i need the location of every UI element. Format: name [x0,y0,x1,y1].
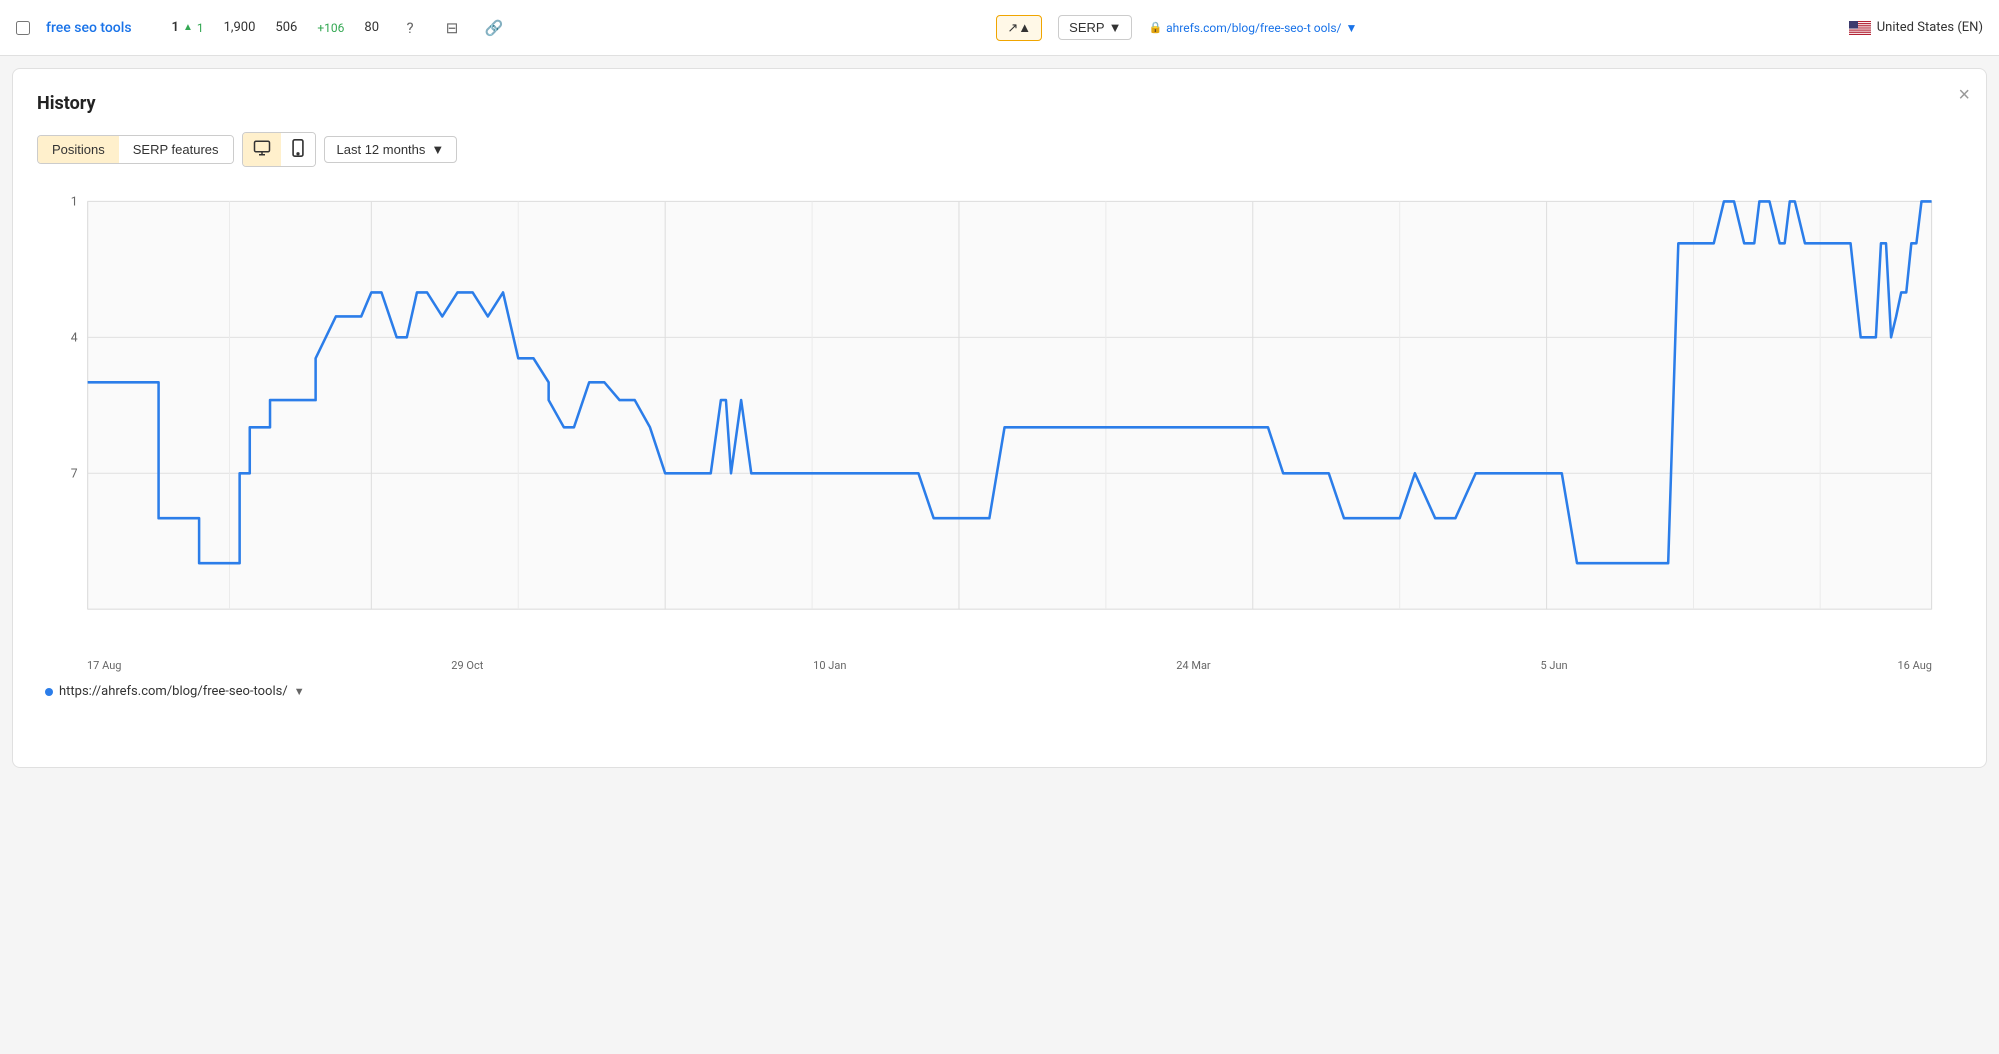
position-number: 1 [172,20,179,35]
us-flag-icon [1849,21,1871,35]
serp-arrow-icon: ▼ [1109,20,1122,35]
svg-text:1: 1 [71,195,78,209]
chart-button[interactable]: ↗▲ [996,15,1042,41]
legend-arrow-icon[interactable]: ▼ [294,685,305,698]
x-label-aug16: 16 Aug [1897,659,1931,672]
url-text: ahrefs.com/blog/free-seo-t ools/ [1166,21,1341,35]
traffic-stat: 506 [275,20,297,35]
time-period-arrow-icon: ▼ [431,142,444,157]
serp-button[interactable]: SERP ▼ [1058,15,1132,40]
notes-icon[interactable]: ⊟ [441,17,463,39]
stats-row: 1 ▲ 1 1,900 506 +106 80 ? ⊟ 🔗 [148,17,505,39]
lock-icon: 🔒 [1148,21,1162,34]
time-period-dropdown[interactable]: Last 12 months ▼ [324,136,458,163]
top-bar: free seo tools 1 ▲ 1 1,900 506 +106 80 ?… [0,0,1999,56]
filter-bar: Positions SERP features Last 12 months ▼ [37,132,1962,167]
time-period-label: Last 12 months [337,142,426,157]
x-axis-labels: 17 Aug 29 Oct 10 Jan 24 Mar 5 Jun 16 Aug [37,659,1962,672]
row-checkbox[interactable] [16,21,30,35]
info-icon[interactable]: ? [399,17,421,39]
history-chart: 1 4 7 [37,191,1962,651]
kd-stat: 80 [364,20,379,35]
legend-url: https://ahrefs.com/blog/free-seo-tools/ [59,684,288,699]
close-button[interactable]: × [1958,85,1970,105]
position-change: 1 [197,21,204,35]
region-info: United States (EN) [1849,20,1983,35]
desktop-icon [253,139,271,157]
x-label-oct29: 29 Oct [451,659,483,672]
url-arrow-icon: ▼ [1345,21,1357,35]
panel-title: History [37,93,1962,114]
legend: https://ahrefs.com/blog/free-seo-tools/ … [37,684,1962,699]
legend-dot [45,688,53,696]
svg-text:4: 4 [71,331,78,345]
keyword-link[interactable]: free seo tools [46,20,132,36]
device-mobile-btn[interactable] [281,133,315,166]
link-icon[interactable]: 🔗 [483,17,505,39]
x-label-aug17: 17 Aug [87,659,121,672]
x-label-jun5: 5 Jun [1541,659,1568,672]
mobile-icon [291,139,305,157]
region-text: United States (EN) [1877,20,1983,35]
serp-label: SERP [1069,20,1104,35]
svg-text:7: 7 [71,467,78,481]
position-data: 1 ▲ 1 [172,20,204,35]
url-link[interactable]: 🔒 ahrefs.com/blog/free-seo-t ools/ ▼ [1148,21,1357,35]
volume-stat: 1,900 [224,20,256,35]
device-group [242,132,316,167]
traffic-delta: +106 [317,21,344,35]
tab-positions[interactable]: Positions [38,136,119,163]
tab-group: Positions SERP features [37,135,234,164]
x-label-jan10: 10 Jan [813,659,846,672]
position-arrow-icon: ▲ [183,22,193,33]
chart-icon: ↗▲ [1007,20,1031,36]
chart-container: 1 4 7 ⚙ ⚙ ⚙ [37,191,1962,651]
device-desktop-btn[interactable] [243,133,281,166]
row-checkbox-wrapper[interactable] [16,21,30,35]
history-panel: History × Positions SERP features [12,68,1987,768]
x-label-mar24: 24 Mar [1176,659,1210,672]
tab-serp-features[interactable]: SERP features [119,136,233,163]
